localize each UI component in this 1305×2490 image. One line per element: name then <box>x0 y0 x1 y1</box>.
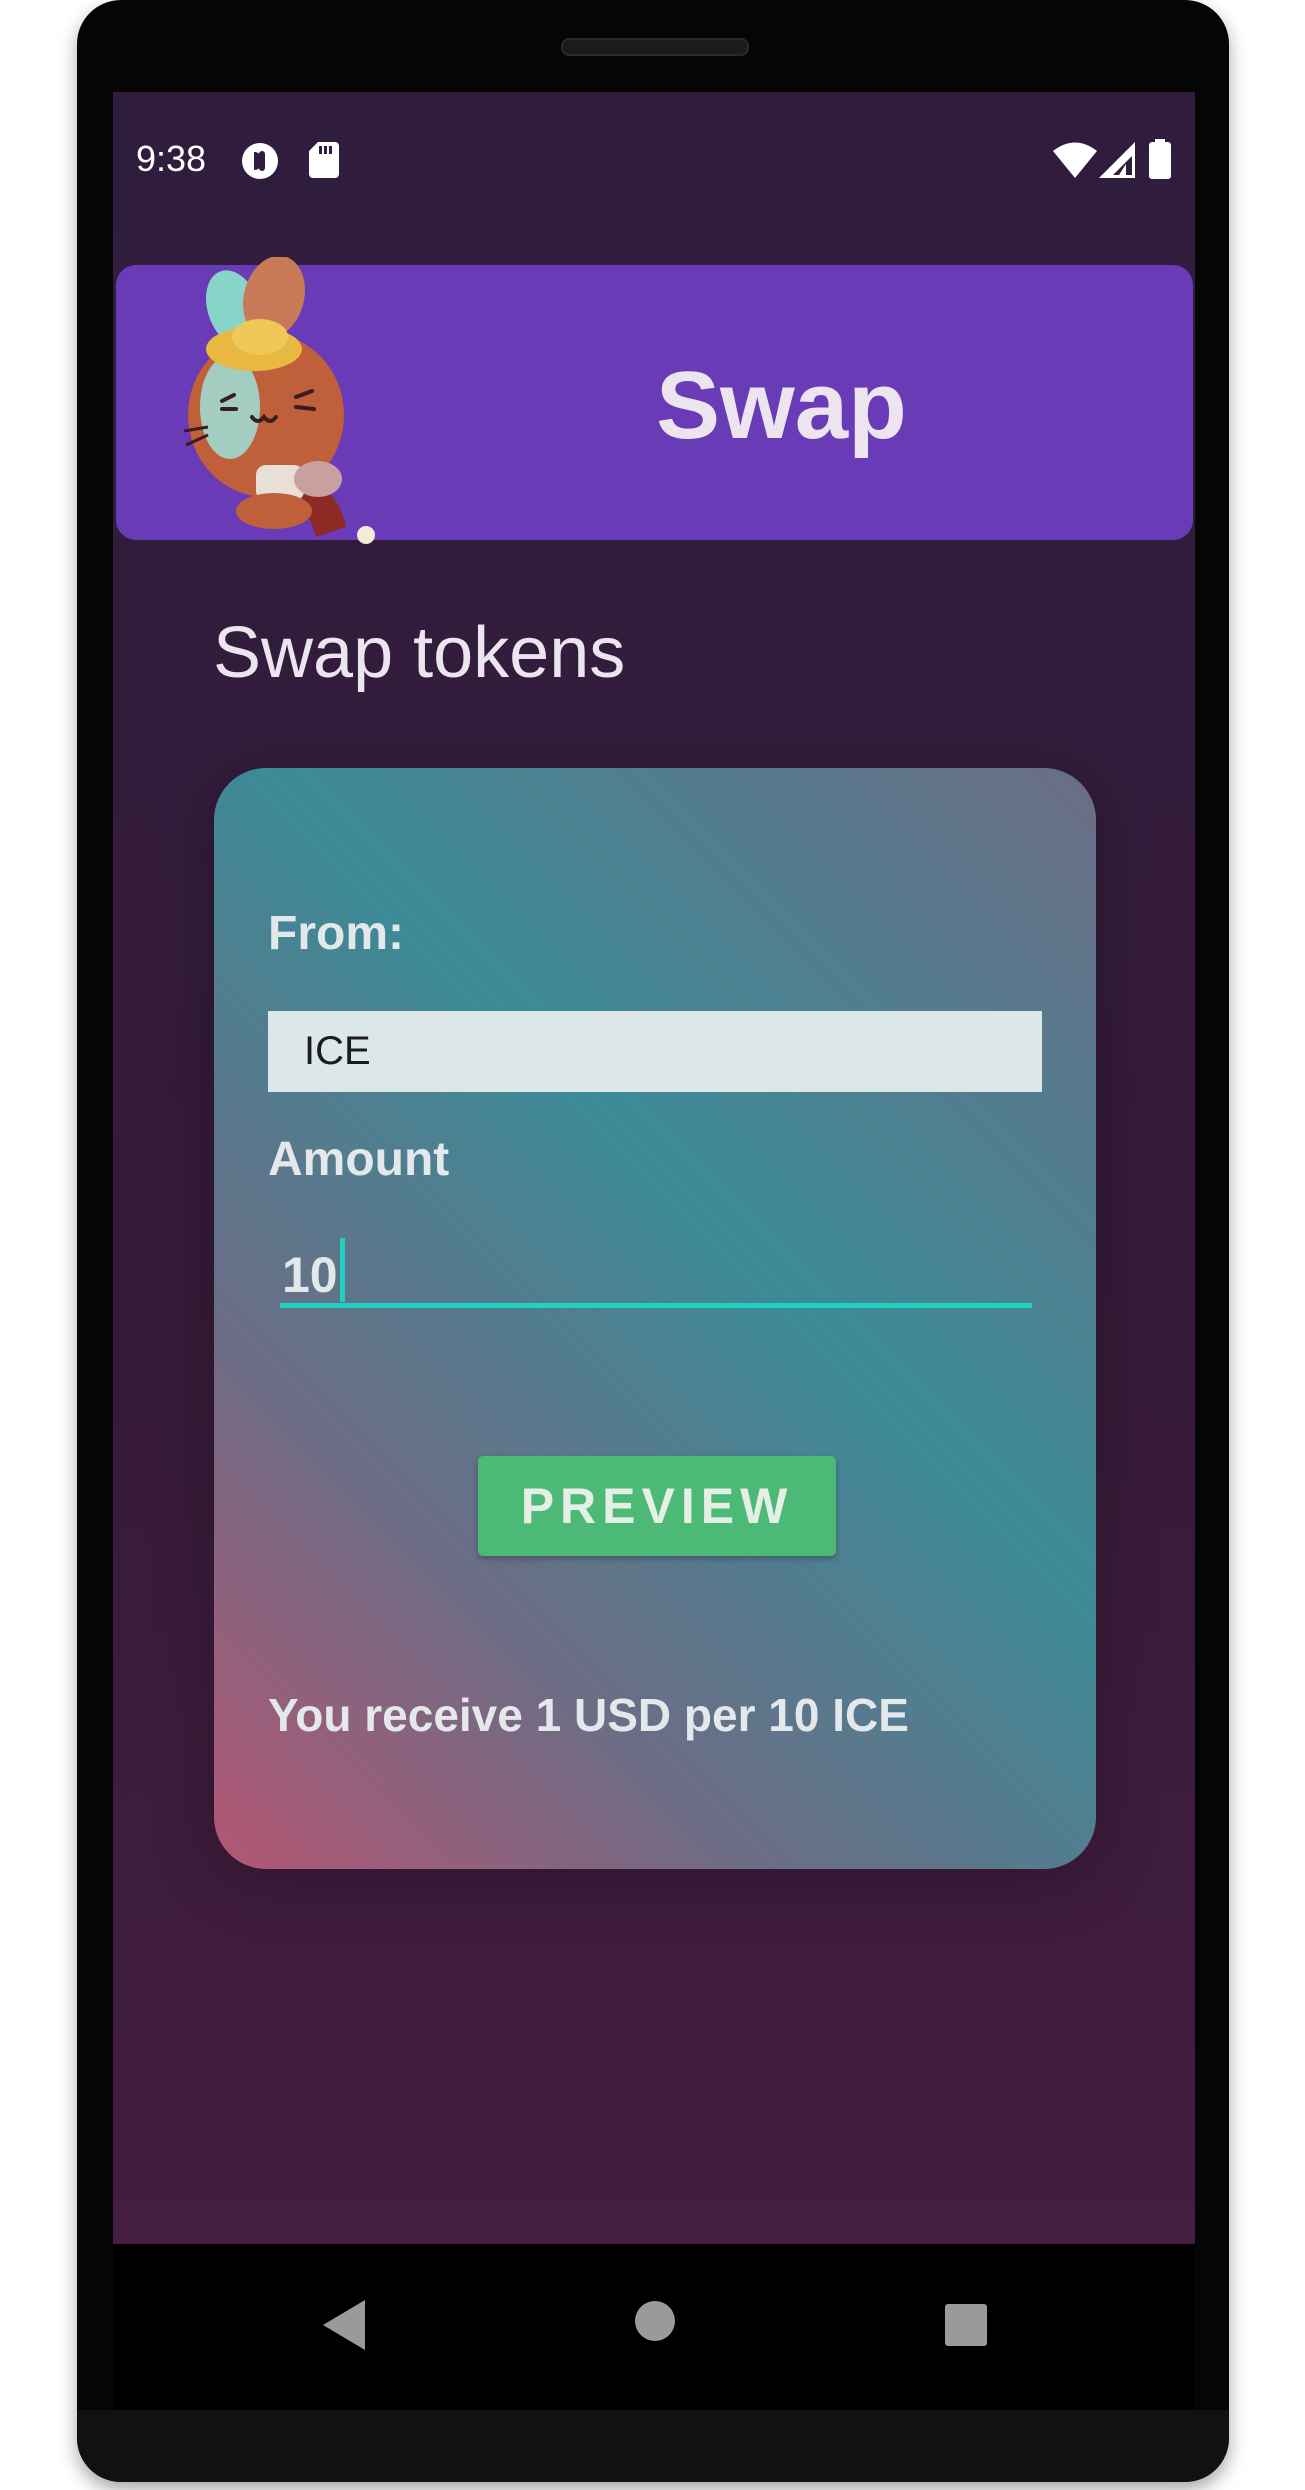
swap-card: From: ICE Amount 10 PREVIEW You receive … <box>214 768 1096 1869</box>
amount-label: Amount <box>268 1133 450 1186</box>
home-icon[interactable] <box>634 2300 676 2347</box>
recents-icon[interactable] <box>945 2304 987 2351</box>
status-time: 9:38 <box>136 138 207 179</box>
preview-button[interactable]: PREVIEW <box>478 1456 836 1556</box>
bunny-mascot-icon <box>156 255 396 547</box>
exchange-rate-text: You receive 1 USD per 10 ICE <box>268 1689 909 1741</box>
sd-card-icon <box>309 142 339 183</box>
status-bar: 9:38 <box>113 92 1195 238</box>
amount-input[interactable]: 10 <box>280 1238 1032 1308</box>
from-label: From: <box>268 907 404 960</box>
app-bar-title: Swap <box>656 352 907 459</box>
app-bar: Swap <box>116 255 1193 544</box>
phone-chin <box>77 2410 1229 2482</box>
text-cursor <box>340 1238 345 1302</box>
battery-icon <box>1149 139 1171 184</box>
signal-icon <box>1099 142 1135 183</box>
navigation-bar <box>113 2244 1195 2410</box>
screen: 9:38 Swap Swap tokens From: ICE Amount 1… <box>113 92 1195 2244</box>
pocket-casts-icon <box>241 142 279 185</box>
back-icon[interactable] <box>323 2300 365 2355</box>
from-token-select[interactable]: ICE <box>268 1011 1042 1092</box>
page-title: Swap tokens <box>213 613 626 693</box>
amount-input-value: 10 <box>282 1247 338 1303</box>
wifi-icon <box>1053 142 1097 183</box>
earpiece-speaker <box>561 38 749 56</box>
